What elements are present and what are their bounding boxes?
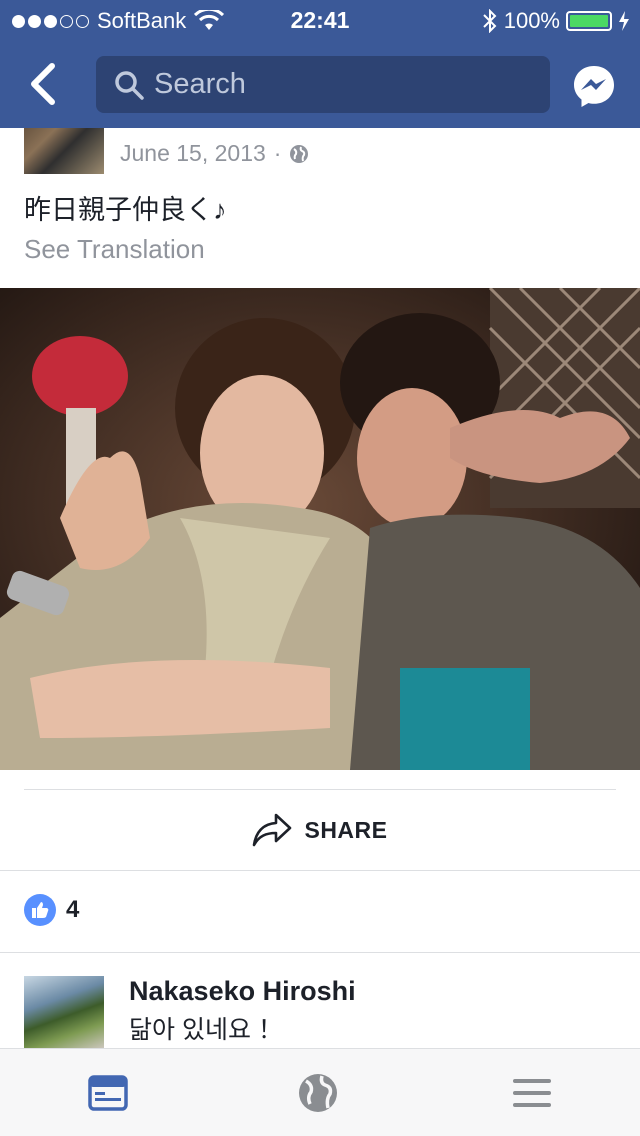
divider xyxy=(0,952,640,953)
post-text: 昨日親子仲良く♪ xyxy=(24,195,227,225)
post-date[interactable]: June 15, 2013 xyxy=(120,140,266,167)
post-photo[interactable] xyxy=(0,288,640,770)
divider xyxy=(0,870,640,871)
messenger-icon[interactable] xyxy=(572,64,616,108)
battery-info: 100% xyxy=(482,8,630,34)
post-meta: June 15, 2013 · xyxy=(120,140,309,167)
globe-icon[interactable] xyxy=(296,1071,340,1115)
battery-percent: 100% xyxy=(503,8,560,33)
menu-icon[interactable] xyxy=(510,1071,554,1115)
status-bar: SoftBank 22:41 100% xyxy=(0,0,640,40)
news-feed-icon[interactable] xyxy=(86,1071,130,1115)
avatar[interactable] xyxy=(24,128,104,174)
chevron-left-icon[interactable] xyxy=(22,58,66,110)
thumbs-up-icon xyxy=(24,894,56,926)
share-button[interactable]: SHARE xyxy=(0,790,640,870)
search-icon xyxy=(115,71,144,100)
tab-bar xyxy=(0,1048,640,1136)
comment-text: 닮아 있네요 ！ xyxy=(129,1016,283,1044)
battery-icon xyxy=(566,11,612,31)
globe-icon xyxy=(290,144,309,163)
comment-author[interactable]: Nakaseko Hiroshi xyxy=(129,976,356,1007)
search-input[interactable]: Search xyxy=(96,56,550,113)
share-arrow-icon xyxy=(253,813,292,847)
bluetooth-icon xyxy=(483,9,497,33)
like-count: 4 xyxy=(66,896,80,923)
post-header: June 15, 2013 · 昨日親子仲良く♪ See Translation xyxy=(0,128,640,288)
search-placeholder: Search xyxy=(154,68,246,100)
comment: Nakaseko Hiroshi 닮아 있네요 ！ xyxy=(24,976,624,1048)
photo-image xyxy=(0,288,640,770)
meta-separator: · xyxy=(273,140,282,166)
charging-icon xyxy=(619,11,629,31)
share-label: SHARE xyxy=(304,816,388,843)
avatar[interactable] xyxy=(24,976,104,1048)
see-translation-link[interactable]: See Translation xyxy=(24,234,205,265)
likes-summary[interactable]: 4 xyxy=(24,893,79,927)
nav-bar: Search xyxy=(0,40,640,128)
